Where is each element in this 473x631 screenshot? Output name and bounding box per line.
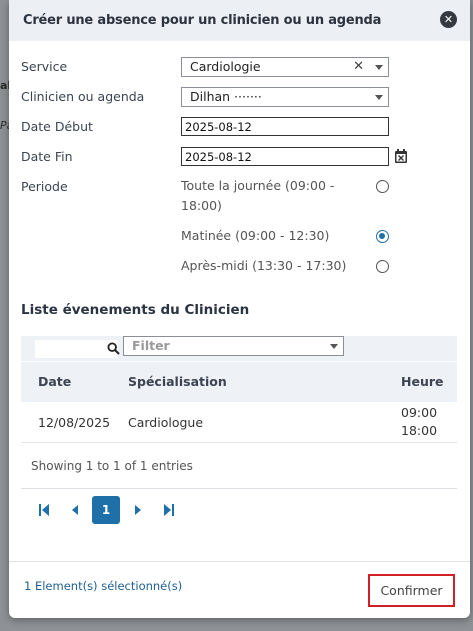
period-option-label: Toute la journée (09:00 - xyxy=(181,178,335,193)
modal-footer: 1 Element(s) sélectionné(s) Confirmer xyxy=(9,561,470,618)
column-header-date[interactable]: Date xyxy=(38,374,71,389)
clinician-select[interactable]: Dilhan ······· xyxy=(181,87,389,107)
page-button-current[interactable]: 1 xyxy=(92,496,120,524)
cell-heure-start: 09:00 xyxy=(401,405,438,420)
date-end-label: Date Fin xyxy=(21,149,73,164)
table-info: Showing 1 to 1 of 1 entries xyxy=(31,459,193,473)
clinician-value: Dilhan ······· xyxy=(190,89,262,104)
cell-specialisation: Cardiologue xyxy=(128,415,204,430)
selected-count: 1 Element(s) sélectionné(s) xyxy=(24,579,183,593)
chevron-down-icon xyxy=(375,65,383,70)
period-option-afternoon: Après-midi (13:30 - 17:30) xyxy=(181,258,347,273)
events-section-title: Liste évenements du Clinicien xyxy=(21,302,250,318)
column-header-heure[interactable]: Heure xyxy=(401,374,443,389)
radio-afternoon[interactable] xyxy=(376,260,389,273)
service-label: Service xyxy=(21,59,68,74)
filter-select[interactable]: Filter xyxy=(123,336,344,356)
previous-page-icon[interactable] xyxy=(61,496,89,524)
modal-title: Créer une absence pour un clinicien ou u… xyxy=(23,13,382,28)
date-start-input[interactable] xyxy=(181,117,389,136)
date-end-input[interactable] xyxy=(181,147,389,166)
modal-header: Créer une absence pour un clinicien ou u… xyxy=(9,0,470,41)
divider xyxy=(21,488,457,489)
last-page-icon[interactable] xyxy=(155,496,183,524)
period-option-label: 18:00) xyxy=(181,198,222,213)
chevron-down-icon xyxy=(375,95,383,100)
period-option-full-day: Toute la journée (09:00 - 18:00) xyxy=(181,176,334,216)
chevron-down-icon xyxy=(330,344,338,349)
service-value: Cardiologie xyxy=(190,59,261,74)
table-header: Date Spécialisation Heure xyxy=(21,362,457,402)
search-input[interactable] xyxy=(35,340,118,358)
cell-date: 12/08/2025 xyxy=(38,415,111,430)
radio-full-day[interactable] xyxy=(376,180,389,193)
period-label: Periode xyxy=(21,179,68,194)
clinician-label: Clinicien ou agenda xyxy=(21,89,145,104)
confirm-button[interactable]: Confirmer xyxy=(368,574,455,607)
calendar-icon[interactable] xyxy=(395,149,407,163)
period-option-morning: Matinée (09:00 - 12:30) xyxy=(181,228,330,243)
next-page-icon[interactable] xyxy=(124,496,152,524)
service-select[interactable]: Cardiologie ✕ xyxy=(181,57,389,77)
date-start-label: Date Début xyxy=(21,119,93,134)
cell-heure-end: 18:00 xyxy=(401,423,438,438)
search-icon xyxy=(107,342,120,355)
table-row[interactable]: 12/08/2025 Cardiologue 09:00 18:00 xyxy=(21,402,457,443)
close-icon[interactable]: ✕ xyxy=(440,11,457,28)
absence-modal: Créer une absence pour un clinicien ou u… xyxy=(9,0,470,618)
clear-icon[interactable]: ✕ xyxy=(353,58,364,76)
table-filter-bar: Filter xyxy=(21,336,457,361)
filter-placeholder: Filter xyxy=(132,338,170,353)
radio-morning[interactable] xyxy=(376,230,389,243)
column-header-specialisation[interactable]: Spécialisation xyxy=(128,374,227,389)
first-page-icon[interactable] xyxy=(30,496,58,524)
